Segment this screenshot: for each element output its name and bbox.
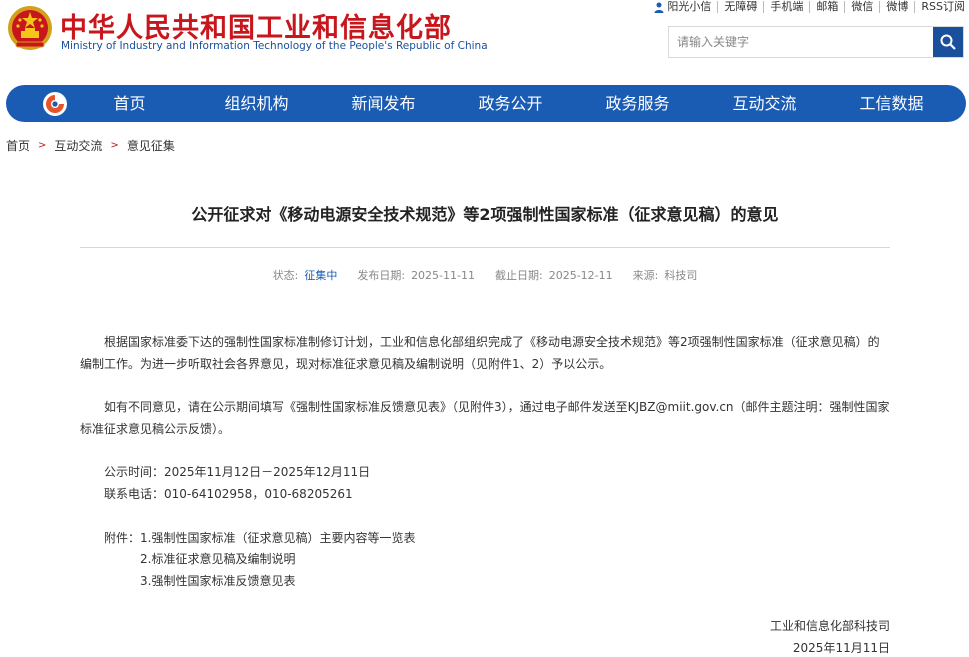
main-nav: 首页 组织机构 新闻发布 政务公开 政务服务 互动交流 工信数据: [6, 85, 966, 122]
article-title: 公开征求对《移动电源安全技术规范》等2项强制性国家标准（征求意见稿）的意见: [191, 205, 779, 224]
top-link-label: 微信: [851, 0, 874, 13]
breadcrumb-home[interactable]: 首页: [6, 137, 30, 154]
source-value: 科技司: [664, 269, 698, 282]
title-divider: [80, 247, 890, 248]
top-link-weibo[interactable]: 微博: [880, 0, 916, 13]
breadcrumb-current[interactable]: 意见征集: [127, 137, 175, 154]
article-meta: 状态: 征集中 发布日期: 2025-11-11 截止日期: 2025-12-11 来…: [80, 267, 890, 283]
top-link-rss[interactable]: RSS订阅: [915, 1, 965, 13]
nav-home[interactable]: 首页: [66, 85, 193, 122]
search-icon: [940, 34, 956, 50]
article-paragraph-1: 根据国家标准委下达的强制性国家标准制修订计划，工业和信息化部组织完成了《移动电源…: [80, 335, 880, 371]
top-link-label: 阳光小信: [667, 0, 712, 13]
top-link-mobile[interactable]: 手机端: [764, 0, 811, 13]
publicity-period: 公示时间：2025年11月12日－2025年12月11日: [104, 465, 371, 479]
contact-phone: 联系电话：010-64102958，010-68205261: [104, 487, 353, 501]
deadline-date: 2025-12-11: [548, 269, 613, 282]
breadcrumb-separator: >: [110, 140, 119, 151]
search-input[interactable]: [669, 27, 933, 57]
nav-interaction[interactable]: 互动交流: [701, 85, 828, 122]
nav-news[interactable]: 新闻发布: [320, 85, 447, 122]
national-emblem-icon: [8, 6, 52, 50]
article-paragraph-2: 如有不同意见，请在公示期间填写《强制性国家标准反馈意见表》（见附件3），通过电子…: [80, 400, 890, 436]
site-title-en: Ministry of Industry and Information Tec…: [61, 40, 488, 52]
nav-government-affairs[interactable]: 政务公开: [447, 85, 574, 122]
signature-org: 工业和信息化部科技司: [769, 619, 890, 633]
top-links: 阳光小信 无障碍 手机端 邮箱 微信 微博 RSS订阅: [648, 1, 965, 13]
publish-date-label: 发布日期:: [357, 269, 406, 282]
search-button[interactable]: [933, 27, 963, 57]
nav-organization[interactable]: 组织机构: [193, 85, 320, 122]
miit-logo-icon[interactable]: [42, 91, 68, 117]
top-link-label: 微博: [886, 0, 909, 13]
user-icon: [654, 2, 664, 13]
top-link-label: 无障碍: [724, 0, 758, 13]
top-link-label: 邮箱: [816, 0, 839, 13]
top-link-accessibility[interactable]: 无障碍: [718, 0, 765, 13]
attachment-link-3[interactable]: 3.强制性国家标准反馈意见表: [140, 572, 295, 590]
signature-date: 2025年11月11日: [792, 641, 890, 655]
attachment-link-2[interactable]: 2.标准征求意见稿及编制说明: [140, 550, 295, 568]
nav-data[interactable]: 工信数据: [828, 85, 955, 122]
breadcrumb: 首页 > 互动交流 > 意见征集: [6, 137, 175, 154]
nav-services[interactable]: 政务服务: [574, 85, 701, 122]
top-link-sunshine[interactable]: 阳光小信: [648, 0, 719, 13]
attachments-label: 附件：: [104, 531, 141, 545]
deadline-label: 截止日期:: [495, 269, 543, 282]
source-label: 来源:: [632, 269, 659, 282]
top-link-mail[interactable]: 邮箱: [810, 0, 846, 13]
publish-date: 2025-11-11: [411, 269, 475, 282]
top-link-wechat[interactable]: 微信: [845, 0, 881, 13]
breadcrumb-interaction[interactable]: 互动交流: [54, 137, 102, 154]
breadcrumb-separator: >: [38, 140, 47, 151]
attachment-link-1[interactable]: 1.强制性国家标准（征求意见稿）主要内容等一览表: [140, 529, 415, 547]
status-badge: 征集中: [304, 269, 338, 282]
site-header: 中华人民共和国工业和信息化部 Ministry of Industry and …: [0, 0, 969, 80]
status-label: 状态:: [272, 269, 299, 282]
nav-items: 首页 组织机构 新闻发布 政务公开 政务服务 互动交流 工信数据: [66, 85, 955, 122]
top-link-label: RSS订阅: [921, 0, 965, 13]
search-box: [668, 26, 964, 58]
top-link-label: 手机端: [770, 0, 804, 13]
